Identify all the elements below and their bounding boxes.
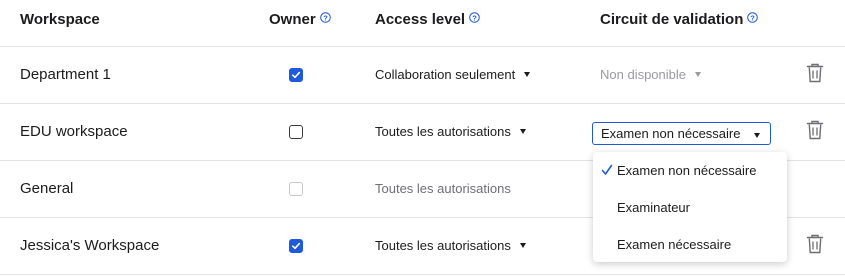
circuit-value: Examen non nécessaire bbox=[601, 126, 741, 141]
dropdown-option-label: Examen nécessaire bbox=[617, 237, 732, 252]
dropdown-option-label: Examinateur bbox=[617, 200, 690, 215]
caret-down-icon bbox=[754, 133, 760, 138]
owner-checkbox[interactable] bbox=[289, 125, 303, 139]
table-row: Department 1 Collaboration seulement Non… bbox=[0, 47, 845, 104]
caret-down-icon bbox=[519, 243, 526, 249]
checkmark-icon bbox=[601, 163, 613, 181]
trash-icon[interactable] bbox=[806, 120, 824, 145]
dropdown-option-label: Examen non nécessaire bbox=[617, 163, 757, 178]
svg-text:?: ? bbox=[323, 13, 328, 22]
caret-down-icon bbox=[524, 72, 531, 78]
header-circuit-label: Circuit de validation bbox=[600, 11, 744, 28]
header-access-level: Access level? bbox=[375, 11, 480, 28]
circuit-select[interactable]: Examen non nécessaire bbox=[592, 122, 771, 145]
svg-text:?: ? bbox=[751, 13, 756, 22]
workspace-name: Jessica's Workspace bbox=[20, 237, 160, 254]
access-level-value: Collaboration seulement bbox=[375, 67, 516, 82]
owner-checkbox-disabled bbox=[289, 182, 303, 196]
circuit-value: Non disponible bbox=[600, 67, 687, 82]
access-level-value: Toutes les autorisations bbox=[375, 124, 511, 139]
access-level-select[interactable]: Collaboration seulement bbox=[375, 67, 531, 82]
header-access-level-label: Access level bbox=[375, 11, 466, 28]
workspace-name: General bbox=[20, 180, 74, 197]
caret-down-icon bbox=[519, 129, 526, 135]
trash-icon[interactable] bbox=[806, 234, 824, 259]
header-circuit: Circuit de validation? bbox=[600, 10, 759, 28]
header-owner-label: Owner bbox=[269, 11, 316, 28]
trash-icon[interactable] bbox=[806, 63, 824, 88]
access-level-value-readonly: Toutes les autorisations bbox=[375, 181, 511, 196]
table-header: Workspace Owner? Access level? Circuit d… bbox=[0, 0, 845, 47]
help-icon[interactable]: ? bbox=[319, 10, 331, 27]
svg-text:?: ? bbox=[472, 13, 477, 22]
workspace-name: Department 1 bbox=[20, 66, 111, 83]
help-icon[interactable]: ? bbox=[747, 10, 759, 27]
access-level-select[interactable]: Toutes les autorisations bbox=[375, 238, 526, 253]
header-workspace: Workspace bbox=[20, 11, 100, 28]
workspace-name: EDU workspace bbox=[20, 123, 128, 140]
access-level-select[interactable]: Toutes les autorisations bbox=[375, 124, 526, 139]
access-level-value: Toutes les autorisations bbox=[375, 238, 511, 253]
help-icon[interactable]: ? bbox=[469, 10, 480, 27]
circuit-dropdown-menu: Examen non nécessaire Examinateur Examen… bbox=[593, 152, 787, 262]
header-owner: Owner? bbox=[269, 11, 331, 28]
owner-checkbox[interactable] bbox=[289, 239, 303, 253]
circuit-select-disabled: Non disponible bbox=[600, 67, 702, 82]
owner-checkbox[interactable] bbox=[289, 68, 303, 82]
caret-down-icon bbox=[695, 72, 702, 78]
